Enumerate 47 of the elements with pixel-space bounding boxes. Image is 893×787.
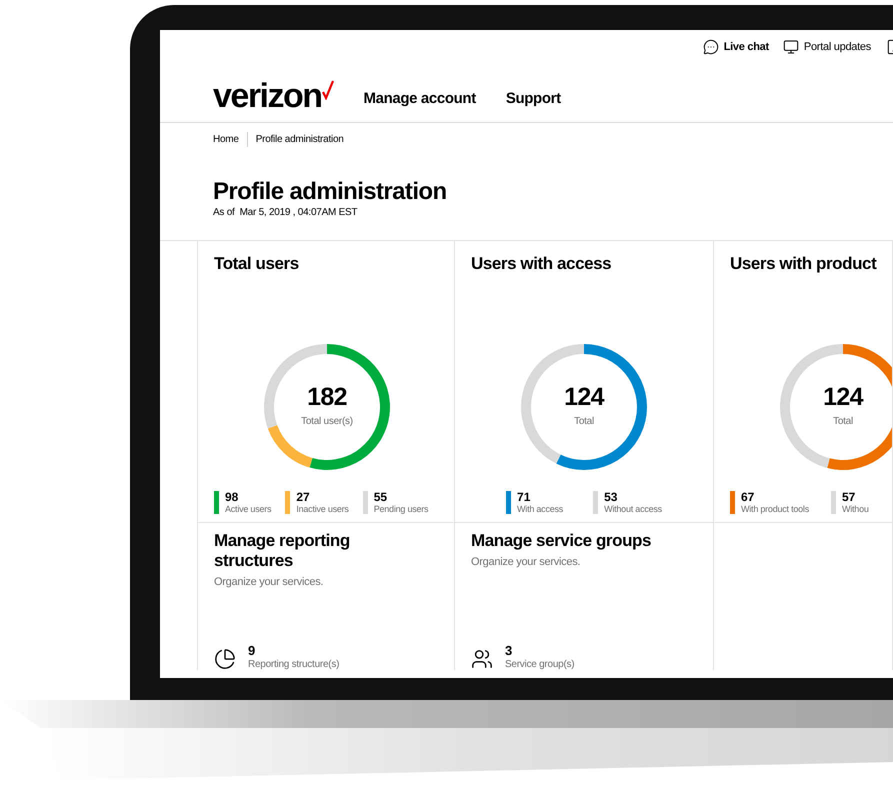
- total-label: Total: [574, 414, 594, 428]
- legend-value: 27: [296, 491, 311, 503]
- count-value: 9: [248, 644, 256, 657]
- legend-label: Pending users: [374, 505, 428, 514]
- card-title: Manage reporting structures: [214, 531, 351, 571]
- check-mark-icon: [322, 80, 334, 100]
- logo[interactable]: verizon: [213, 80, 334, 112]
- header-link[interactable]: Portal updates: [782, 38, 871, 56]
- total-label: Total user(s): [301, 414, 353, 428]
- total-count: 182: [307, 384, 347, 410]
- total-label: Total: [833, 414, 853, 428]
- total-count: 124: [823, 384, 863, 410]
- legend-value: 71: [517, 491, 532, 503]
- card-description: Organize your services.: [471, 555, 582, 570]
- header-link[interactable]: Live chat: [702, 38, 769, 56]
- timestamp: As of Mar 5, 2019 , 04:07AM EST: [213, 206, 358, 220]
- legend-label: Withou: [842, 505, 869, 514]
- card-title: Users with access: [471, 253, 612, 275]
- manage-card[interactable]: Manage reporting structures Organize your services. 9 Reporting structure(s): [197, 523, 455, 670]
- legend-value: 55: [374, 491, 388, 503]
- legend-value: 57: [842, 491, 856, 503]
- count-label: Service group(s): [505, 660, 574, 670]
- total-count: 124: [564, 384, 604, 410]
- chat-icon: [702, 39, 719, 55]
- legend-value: 67: [741, 491, 756, 503]
- nav-link[interactable]: Support: [506, 88, 561, 110]
- legend-value: 98: [225, 491, 240, 503]
- breadcrumb-link[interactable]: Profile administration: [246, 132, 344, 147]
- monitor-icon: [782, 39, 799, 55]
- legend-label: Active users: [225, 505, 272, 514]
- card-title: Manage service groups: [471, 531, 652, 551]
- card-description: Organize your services.: [214, 575, 324, 590]
- nav-link[interactable]: Manage account: [364, 88, 476, 110]
- legend-label: Inactive users: [296, 505, 349, 514]
- card-title: Users with product: [730, 253, 878, 275]
- people-icon: [471, 648, 493, 670]
- legend-label: With access: [517, 505, 564, 514]
- breadcrumb-link[interactable]: Home: [213, 132, 247, 147]
- legend-label: Without access: [604, 505, 662, 514]
- legend-label: With product tools: [741, 505, 809, 514]
- legend-value: 53: [604, 491, 618, 503]
- pie-chart-icon: [214, 648, 236, 670]
- count-label: Reporting structure(s): [248, 660, 340, 670]
- card-title: Total users: [214, 253, 300, 275]
- manage-card[interactable]: Manage service groups Organize your services. 3 Service group(s): [455, 523, 714, 670]
- page-title: Profile administration: [213, 179, 448, 205]
- count-value: 3: [505, 644, 514, 657]
